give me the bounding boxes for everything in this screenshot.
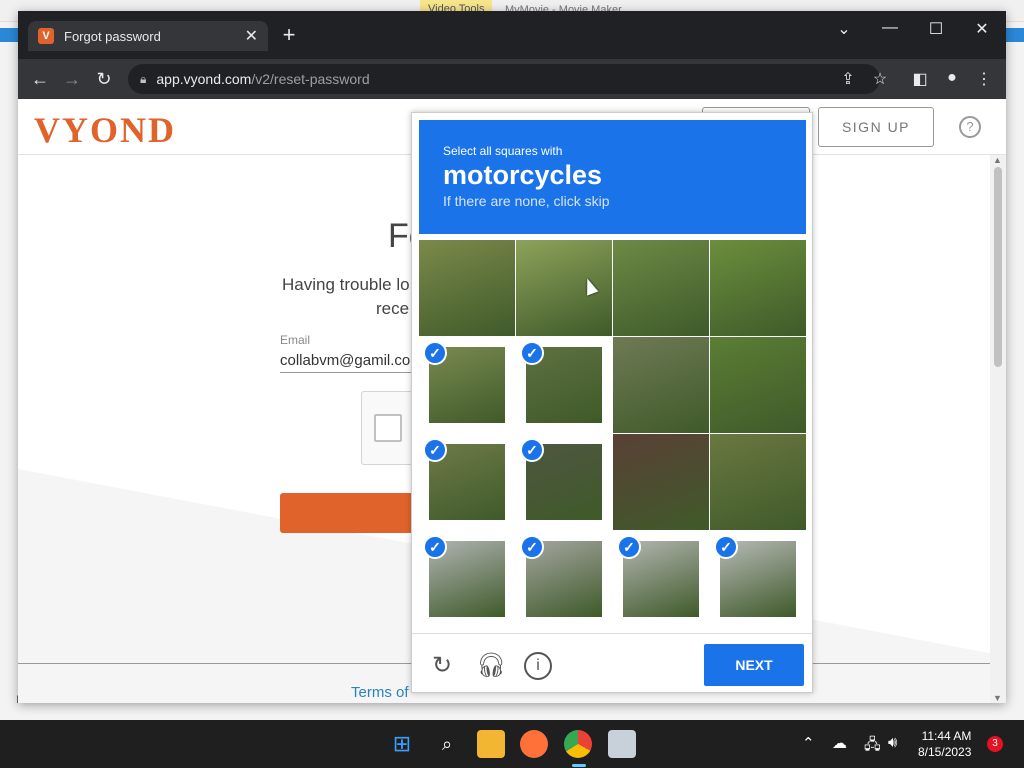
email-label: Email xyxy=(280,333,311,347)
scroll-up-icon[interactable]: ▲ xyxy=(993,155,1002,165)
captcha-tile-image xyxy=(419,240,515,336)
maximize-button[interactable]: ☐ xyxy=(918,19,954,39)
captcha-instruction: Select all squares with xyxy=(443,144,563,158)
share-icon[interactable]: ⇪ xyxy=(837,69,859,89)
tab-search-chevron-icon[interactable]: ⌄ xyxy=(826,19,862,39)
selected-check-icon: ✓ xyxy=(617,535,641,559)
captcha-tile[interactable]: ✓ xyxy=(516,337,612,433)
selected-check-icon: ✓ xyxy=(423,341,447,365)
tray-chevron-icon[interactable]: ⌃ xyxy=(802,734,815,752)
back-button[interactable]: ← xyxy=(24,69,56,90)
captcha-tile-image xyxy=(613,240,709,336)
selected-check-icon: ✓ xyxy=(520,535,544,559)
captcha-tile[interactable]: ✓ xyxy=(613,531,709,627)
captcha-tile-image xyxy=(710,337,806,433)
movie-maker-icon[interactable] xyxy=(608,730,636,758)
captcha-tile-image xyxy=(516,240,612,336)
captcha-skip-hint: If there are none, click skip xyxy=(443,193,610,209)
file-explorer-icon[interactable] xyxy=(477,730,505,758)
minimize-button[interactable]: — xyxy=(872,19,908,37)
info-icon[interactable]: i xyxy=(524,652,552,680)
selected-check-icon: ✓ xyxy=(423,438,447,462)
captcha-tile[interactable]: ✓ xyxy=(419,337,515,433)
scroll-down-icon[interactable]: ▼ xyxy=(993,693,1002,703)
vyond-logo[interactable]: VYOND xyxy=(34,109,176,151)
signup-button[interactable]: SIGN UP xyxy=(818,107,934,147)
captcha-tile[interactable] xyxy=(710,434,806,530)
forward-button[interactable]: → xyxy=(56,69,88,90)
captcha-tile[interactable]: ✓ xyxy=(419,531,515,627)
chrome-icon[interactable] xyxy=(564,730,592,758)
menu-kebab-icon[interactable]: ⋮ xyxy=(973,69,995,89)
captcha-tile[interactable] xyxy=(613,240,709,336)
close-tab-icon[interactable]: ✕ xyxy=(245,26,258,46)
taskbar-clock[interactable]: 11:44 AM 8/15/2023 xyxy=(918,728,971,760)
url-host: app.vyond.com xyxy=(156,71,252,87)
captcha-footer: ↻ 🎧︎ i NEXT xyxy=(412,633,812,693)
address-toolbar: ← → ↻ 🔒︎ app.vyond.com/v2/reset-password… xyxy=(18,59,1006,99)
captcha-tile-image xyxy=(613,434,709,530)
captcha-tile[interactable]: ✓ xyxy=(710,531,806,627)
start-windows-icon[interactable]: ⊞ xyxy=(388,730,416,758)
new-tab-button[interactable]: + xyxy=(276,23,302,49)
selected-check-icon: ✓ xyxy=(423,535,447,559)
scroll-thumb[interactable] xyxy=(994,167,1002,367)
url-path: /v2/reset-password xyxy=(251,71,370,87)
captcha-header: Select all squares with motorcycles If t… xyxy=(419,120,806,234)
windows-taskbar: ⊞ ⌕ ⌃ ☁ 🖧︎ 🔊︎ 11:44 AM 8/15/2023 3 xyxy=(0,720,1024,768)
page-scrollbar[interactable]: ▲ ▼ xyxy=(990,155,1006,703)
notification-badge[interactable]: 3 xyxy=(987,736,1003,752)
captcha-tile[interactable]: ✓ xyxy=(516,531,612,627)
description-line-1: Having trouble lo xyxy=(282,275,410,294)
selected-check-icon: ✓ xyxy=(520,341,544,365)
side-panel-icon[interactable]: ◧ xyxy=(909,69,931,89)
captcha-tile[interactable] xyxy=(613,434,709,530)
reload-button[interactable]: ↻ xyxy=(88,69,120,90)
reload-challenge-icon[interactable]: ↻ xyxy=(428,652,456,680)
clock-time: 11:44 AM xyxy=(921,729,972,743)
captcha-tile[interactable] xyxy=(710,240,806,336)
captcha-tile[interactable] xyxy=(613,337,709,433)
captcha-tile[interactable]: ✓ xyxy=(516,434,612,530)
volume-icon[interactable]: 🔊︎ xyxy=(888,734,897,751)
captcha-tile-image xyxy=(710,434,806,530)
selected-check-icon: ✓ xyxy=(520,438,544,462)
next-button[interactable]: NEXT xyxy=(704,644,804,686)
background-app-edge-right xyxy=(1006,28,1024,42)
captcha-tile[interactable] xyxy=(710,337,806,433)
recaptcha-checkbox[interactable] xyxy=(374,414,402,442)
firefox-icon[interactable] xyxy=(520,730,548,758)
captcha-image-grid: ✓ ✓ ✓ ✓ ✓ ✓ ✓ ✓ xyxy=(419,240,806,627)
address-bar[interactable]: 🔒︎ app.vyond.com/v2/reset-password xyxy=(128,64,880,94)
captcha-tile-image xyxy=(710,240,806,336)
tab-title: Forgot password xyxy=(64,28,161,44)
lock-icon[interactable]: 🔒︎ xyxy=(140,72,146,87)
captcha-tile[interactable] xyxy=(419,240,515,336)
clock-date: 8/15/2023 xyxy=(918,745,972,759)
help-icon[interactable]: ? xyxy=(959,116,981,138)
vyond-favicon-icon: V xyxy=(38,28,54,44)
audio-challenge-headphones-icon[interactable]: 🎧︎ xyxy=(476,652,506,680)
network-icon[interactable]: 🖧︎ xyxy=(864,734,881,759)
close-window-button[interactable]: ✕ xyxy=(964,19,1000,39)
selected-check-icon: ✓ xyxy=(714,535,738,559)
captcha-tile-image xyxy=(613,337,709,433)
active-app-indicator xyxy=(572,764,586,767)
cloud-offline-icon[interactable]: ☁ xyxy=(832,734,847,752)
captcha-tile[interactable]: ✓ xyxy=(419,434,515,530)
background-app-edge-left xyxy=(0,28,18,42)
profile-icon[interactable]: ● xyxy=(941,69,963,87)
description-line-2: rece xyxy=(376,299,410,318)
search-icon[interactable]: ⌕ xyxy=(433,730,461,758)
captcha-tile[interactable] xyxy=(516,240,612,336)
terms-link[interactable]: Terms of xyxy=(351,684,409,701)
captcha-challenge: Select all squares with motorcycles If t… xyxy=(411,112,813,693)
captcha-target: motorcycles xyxy=(443,160,603,190)
tab-bar: V Forgot password ✕ + ⌄ — ☐ ✕ xyxy=(18,11,1006,59)
bookmark-star-icon[interactable]: ☆ xyxy=(869,69,891,89)
tab-forgot-password[interactable]: V Forgot password ✕ xyxy=(28,21,268,51)
